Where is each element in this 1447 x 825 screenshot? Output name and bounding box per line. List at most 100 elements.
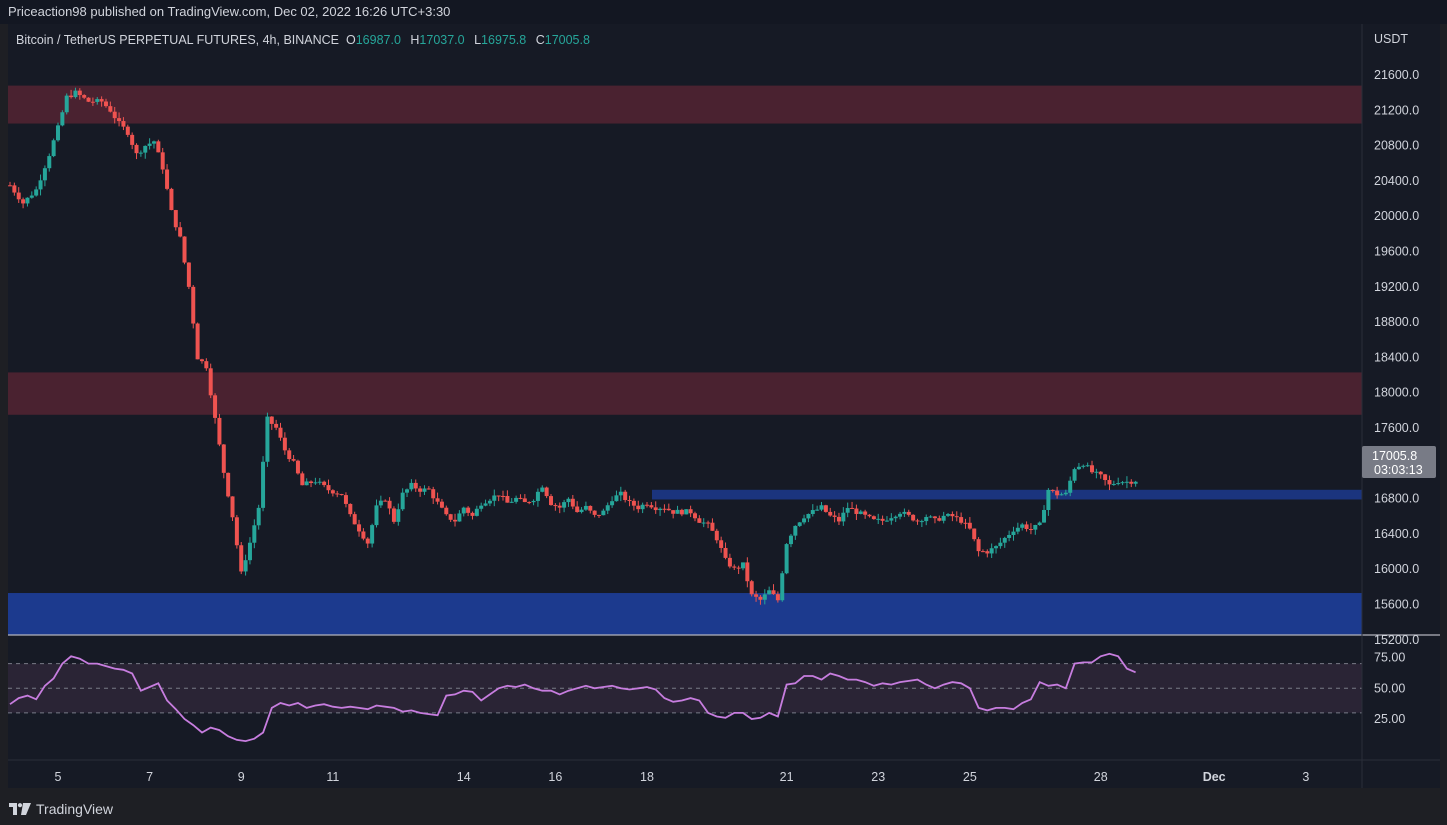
candle-body	[269, 416, 274, 424]
candle-body	[387, 500, 392, 509]
candle-body	[226, 472, 231, 497]
candle-body	[566, 498, 571, 503]
candle-body	[784, 544, 789, 574]
candle-body	[422, 488, 427, 492]
candle-body	[42, 168, 47, 181]
candle-body	[706, 522, 711, 524]
candle-body	[461, 507, 466, 514]
candle-body	[186, 262, 191, 287]
candle-body	[435, 498, 440, 502]
time-tick-label: 9	[238, 770, 245, 784]
candle-body	[575, 506, 580, 513]
price-tick-label: 15200.0	[1374, 633, 1419, 647]
candle-body	[915, 520, 920, 522]
price-tick-label: 19600.0	[1374, 245, 1419, 259]
zones-layer	[8, 85, 1362, 636]
candle-body	[130, 134, 135, 145]
candle-body	[282, 437, 287, 451]
ohlc-legend: Bitcoin / TetherUS PERPETUAL FUTURES, 4h…	[16, 33, 596, 47]
candle-body	[597, 514, 602, 516]
candle-body	[740, 562, 745, 569]
candle-body	[343, 495, 348, 504]
candle-body	[90, 101, 95, 103]
candle-body	[151, 141, 156, 144]
tradingview-brand[interactable]: TradingView	[9, 801, 113, 817]
candle-body	[815, 509, 820, 511]
candle-body	[29, 195, 34, 198]
candle-body	[479, 505, 484, 509]
price-chart[interactable]: USDT 21600.0 21200.0 20800.0 20400.0 20000.0…	[0, 0, 1447, 825]
candle-body	[788, 535, 793, 545]
candle-body	[208, 368, 213, 396]
candle-body	[967, 522, 972, 529]
candle-body	[374, 505, 379, 526]
candle-body	[601, 510, 606, 516]
candle-body	[736, 567, 741, 569]
candle-body	[322, 481, 327, 486]
candle-body	[1055, 490, 1060, 496]
candle-body	[51, 140, 56, 157]
candle-body	[762, 594, 767, 600]
time-tick-label: 5	[55, 770, 62, 784]
candle-body	[483, 503, 488, 506]
price-tick-label: 21200.0	[1374, 103, 1419, 117]
candle-body	[309, 481, 314, 484]
candle-body	[745, 562, 750, 582]
candle-body	[928, 516, 933, 518]
candle-body	[540, 487, 545, 492]
candle-body	[950, 514, 955, 517]
candle-body	[1072, 469, 1077, 481]
candle-body	[1063, 492, 1068, 495]
candle-body	[64, 95, 69, 113]
price-tick-label: 20000.0	[1374, 209, 1419, 223]
last-price-value: 17005.8	[1372, 449, 1417, 463]
candle-body	[509, 501, 514, 503]
candle-body	[221, 444, 226, 473]
candle-body	[985, 551, 990, 554]
candle-body	[684, 509, 689, 515]
candle-body	[623, 491, 628, 501]
time-tick-label: 28	[1094, 770, 1108, 784]
price-tick-label: 16400.0	[1374, 527, 1419, 541]
candle-body	[727, 557, 732, 567]
candle-body	[1081, 465, 1086, 467]
price-tick-label: 15600.0	[1374, 598, 1419, 612]
candle-body	[182, 236, 187, 263]
candle-body	[439, 501, 444, 508]
candle-body	[426, 488, 431, 490]
candle-body	[836, 516, 841, 522]
candle-body	[1033, 524, 1038, 530]
time-axis: 5 7 9 11 14 16 18 21 23 25 28 Dec 3	[55, 770, 1310, 784]
candle-body	[1120, 482, 1125, 484]
candle-body	[300, 473, 305, 486]
candle-body	[1050, 489, 1055, 491]
candle-body	[810, 510, 815, 514]
candle-body	[767, 590, 772, 595]
candle-body	[492, 495, 497, 501]
candle-body	[496, 495, 501, 497]
candle-body	[34, 189, 39, 196]
candle-body	[95, 99, 100, 102]
candle-body	[972, 528, 977, 540]
last-price-tag: 17005.8 03:03:13	[1362, 446, 1436, 478]
candle-body	[884, 520, 889, 522]
candle-body	[867, 514, 872, 517]
candle-body	[675, 509, 680, 514]
candle-body	[653, 507, 658, 511]
candle-body	[1011, 531, 1016, 535]
candle-body	[758, 596, 763, 600]
candle-body	[710, 522, 715, 531]
candle-body	[357, 524, 362, 532]
candle-body	[754, 594, 759, 597]
candle-body	[793, 525, 798, 536]
candle-body	[405, 489, 410, 493]
candle-body	[86, 97, 91, 102]
candle-body	[400, 492, 405, 510]
price-tick-label: 20400.0	[1374, 174, 1419, 188]
time-tick-label: 16	[548, 770, 562, 784]
candle-body	[893, 516, 898, 519]
rsi-tick-label: 25.00	[1374, 712, 1405, 726]
candle-body	[714, 530, 719, 541]
candle-body	[304, 481, 309, 486]
candle-body	[697, 518, 702, 523]
